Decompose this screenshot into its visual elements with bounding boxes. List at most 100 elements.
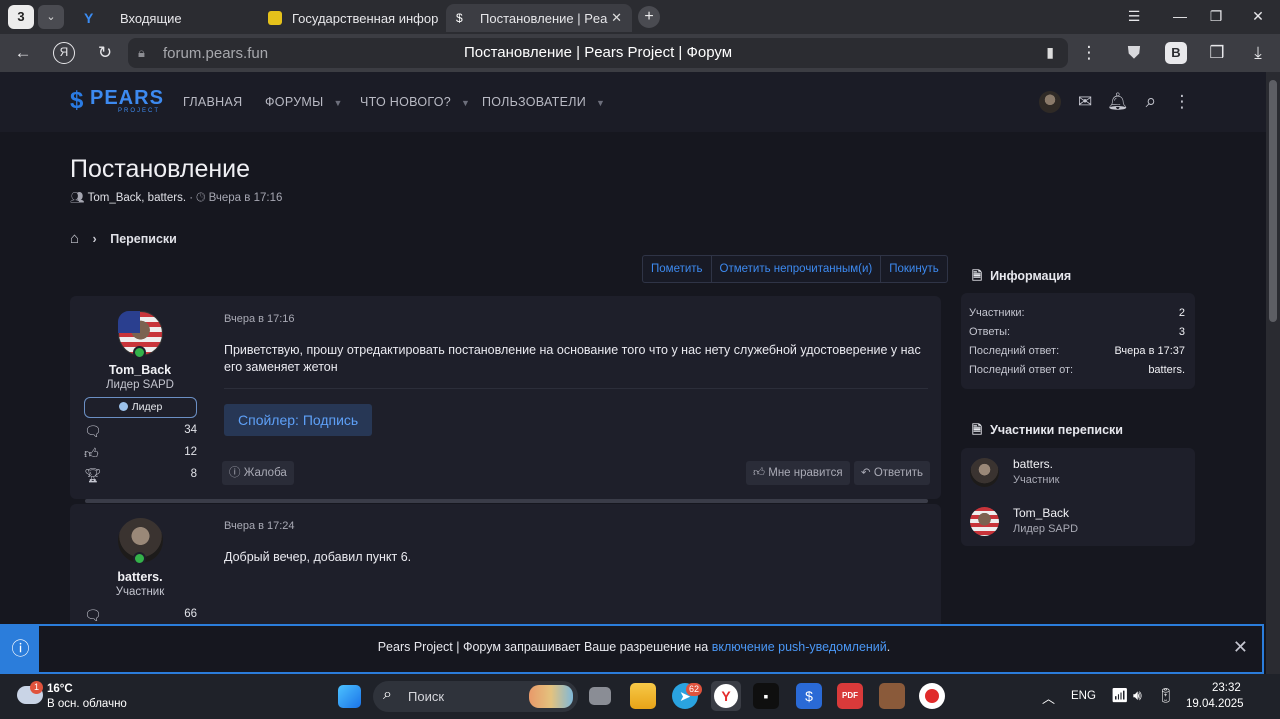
pears-app-icon[interactable]: $ (796, 683, 822, 709)
bookmark-icon[interactable]: ▮ (1046, 44, 1054, 61)
header-avatar[interactable] (1039, 91, 1061, 113)
reply-button[interactable]: ↶ Ответить (854, 461, 930, 485)
nav-users[interactable]: ПОЛЬЗОВАТЕЛИ ▼ (482, 95, 605, 109)
thumbs-up-icon: 👍︎ (84, 445, 99, 461)
weather-desc[interactable]: В осн. облачно (47, 698, 127, 710)
yandex-browser-icon[interactable]: Y (711, 681, 741, 711)
post-date[interactable]: Вчера в 17:24 (224, 520, 295, 532)
reload-icon[interactable]: ↻ (94, 42, 116, 64)
close-notice-icon[interactable]: ✕ (1233, 637, 1248, 658)
leave-button[interactable]: Покинуть (881, 256, 946, 282)
task-view-icon[interactable] (589, 687, 611, 705)
app-icon-dark[interactable]: ▪ (753, 683, 779, 709)
volume-icon[interactable]: 🔊︎ (1133, 687, 1142, 704)
member-name[interactable]: Tom_Back (1013, 506, 1069, 520)
search-icon[interactable]: ⌕ (1141, 92, 1161, 112)
home-icon[interactable]: ⌂ (70, 230, 79, 247)
page-scrollbar[interactable] (1266, 72, 1280, 674)
taskbar-search[interactable]: ⌕ Поиск (373, 681, 578, 712)
menu-icon[interactable]: ☰ (1124, 8, 1144, 25)
minimize-icon[interactable]: — (1170, 8, 1190, 24)
report-button[interactable]: ⓘ Жалоба (222, 461, 294, 485)
info-value[interactable]: Вчера в 17:37 (1114, 345, 1185, 357)
windows-taskbar: 1 16°C В осн. облачно ⌕ Поиск ➤ 62 Y ▪ $… (0, 674, 1280, 719)
input-language[interactable]: ENG (1071, 690, 1096, 702)
pears-favicon: $ (456, 11, 463, 25)
post-date[interactable]: Вчера в 17:16 (224, 313, 295, 325)
gov-site-icon (268, 11, 282, 25)
more-vertical-icon[interactable]: ⋮ (1172, 92, 1192, 112)
thread-participants[interactable]: Tom_Back, batters. (88, 192, 186, 204)
pdf-app-icon[interactable]: PDF (837, 683, 863, 709)
author-name[interactable]: Tom_Back (70, 363, 210, 377)
participants-icon: 👥︎ (70, 192, 85, 204)
tab-counter-button[interactable]: 3 (8, 5, 34, 29)
weather-temp[interactable]: 16°C (47, 683, 73, 695)
nav-home[interactable]: ГЛАВНАЯ (183, 95, 242, 109)
nav-forums[interactable]: ФОРУМЫ ▼ (265, 95, 343, 109)
like-button[interactable]: 👍︎ Мне нравится (746, 461, 850, 485)
scrollbar-thumb[interactable] (1269, 80, 1277, 322)
author-name[interactable]: batters. (70, 570, 210, 584)
messages-envelope-icon[interactable]: ✉ (1075, 92, 1095, 112)
pears-logo[interactable]: $ PEARS PROJECT (70, 87, 164, 115)
member-name[interactable]: batters. (1013, 457, 1053, 471)
windows-start-icon[interactable] (338, 685, 361, 708)
info-value[interactable]: batters. (1148, 364, 1185, 376)
spoiler-button[interactable]: Спойлер: Подпись (224, 404, 373, 436)
site-header: $ PEARS PROJECT ГЛАВНАЯ ФОРУМЫ ▼ ЧТО НОВО… (0, 72, 1266, 132)
tab-gov-info[interactable]: Государственная информ (258, 4, 438, 32)
downloads-icon[interactable]: ⤓ (1247, 42, 1269, 64)
members-widget-title: 🗎 Участники переписки (972, 421, 1123, 442)
screen-recorder-icon[interactable] (919, 683, 945, 709)
page-title-in-bar: Постановление | Pears Project | Форум (463, 44, 733, 61)
tray-overflow-icon[interactable]: ︿ (1042, 688, 1055, 707)
logo-text: PEARS (90, 87, 164, 109)
member-role: Лидер SAPD (1013, 523, 1079, 535)
search-highlight-icon (529, 685, 573, 708)
file-explorer-icon[interactable] (630, 683, 656, 709)
thread-time: Вчера в 17:16 (208, 192, 283, 204)
stat-value: 8 (190, 468, 197, 480)
info-row: Последний ответ от: batters. (969, 364, 1185, 376)
vk-extension-icon[interactable]: B (1165, 42, 1187, 64)
stat-value: 34 (184, 424, 197, 436)
clock-date[interactable]: 19.04.2025 (1186, 698, 1244, 710)
clock-time[interactable]: 23:32 (1212, 682, 1241, 694)
tab-inbox[interactable]: Y Входящие (74, 4, 254, 32)
photo-app-icon[interactable] (879, 683, 905, 709)
reply-icon: ↶ (861, 467, 871, 479)
like-icon: 👍︎ (753, 467, 766, 479)
tab-list-chevron-icon[interactable]: ⌄ (38, 5, 64, 29)
tab-close-icon[interactable]: ✕ (611, 10, 622, 26)
new-tab-button[interactable]: + (638, 6, 660, 28)
badge-dot-icon (118, 402, 128, 411)
notifications-bell-icon[interactable]: 🔔︎ (1107, 92, 1129, 112)
mark-unread-button[interactable]: Отметить непрочитанным(и) (712, 256, 882, 282)
wifi-icon[interactable]: 📶︎ (1111, 687, 1129, 704)
member-avatar[interactable] (970, 507, 999, 536)
members-title: Участники переписки (990, 423, 1123, 437)
nav-label: ФОРУМЫ (265, 95, 324, 109)
protect-shield-icon[interactable]: ⛊ (1123, 42, 1145, 64)
yandex-home-icon[interactable]: Я (53, 42, 75, 64)
back-arrow-icon[interactable]: ← (12, 42, 34, 64)
url-field[interactable]: 🔒︎ forum.pears.fun Постановление | Pears… (128, 38, 1068, 68)
close-window-icon[interactable]: ✕ (1248, 8, 1268, 25)
nav-whats-new[interactable]: ЧТО НОВОГО? ▼ (360, 95, 470, 109)
battery-icon[interactable]: 🔋︎ (1157, 687, 1175, 704)
info-label: Ответы: (969, 326, 1011, 338)
tab-current[interactable]: $ Постановление | Pears ✕ (446, 4, 632, 32)
user-avatar-flag (118, 311, 140, 333)
enable-push-link[interactable]: включение push-уведомлений (712, 640, 887, 654)
breadcrumb-conversations[interactable]: Переписки (110, 232, 177, 246)
push-permission-notice: ⓘ Pears Project | Форум запрашивает Ваше… (0, 624, 1264, 674)
posts-separator (85, 499, 928, 503)
restore-icon[interactable]: ❐ (1206, 8, 1226, 25)
more-vertical-icon[interactable]: ⋮ (1078, 42, 1100, 64)
mark-button[interactable]: Пометить (643, 256, 712, 282)
collections-icon[interactable]: ❒ (1206, 42, 1228, 64)
messages-icon: 🗨︎ (84, 423, 102, 439)
member-avatar[interactable] (970, 458, 999, 487)
browser-tab-strip: 3 ⌄ Y Входящие Государственная информ $ … (0, 0, 1280, 34)
